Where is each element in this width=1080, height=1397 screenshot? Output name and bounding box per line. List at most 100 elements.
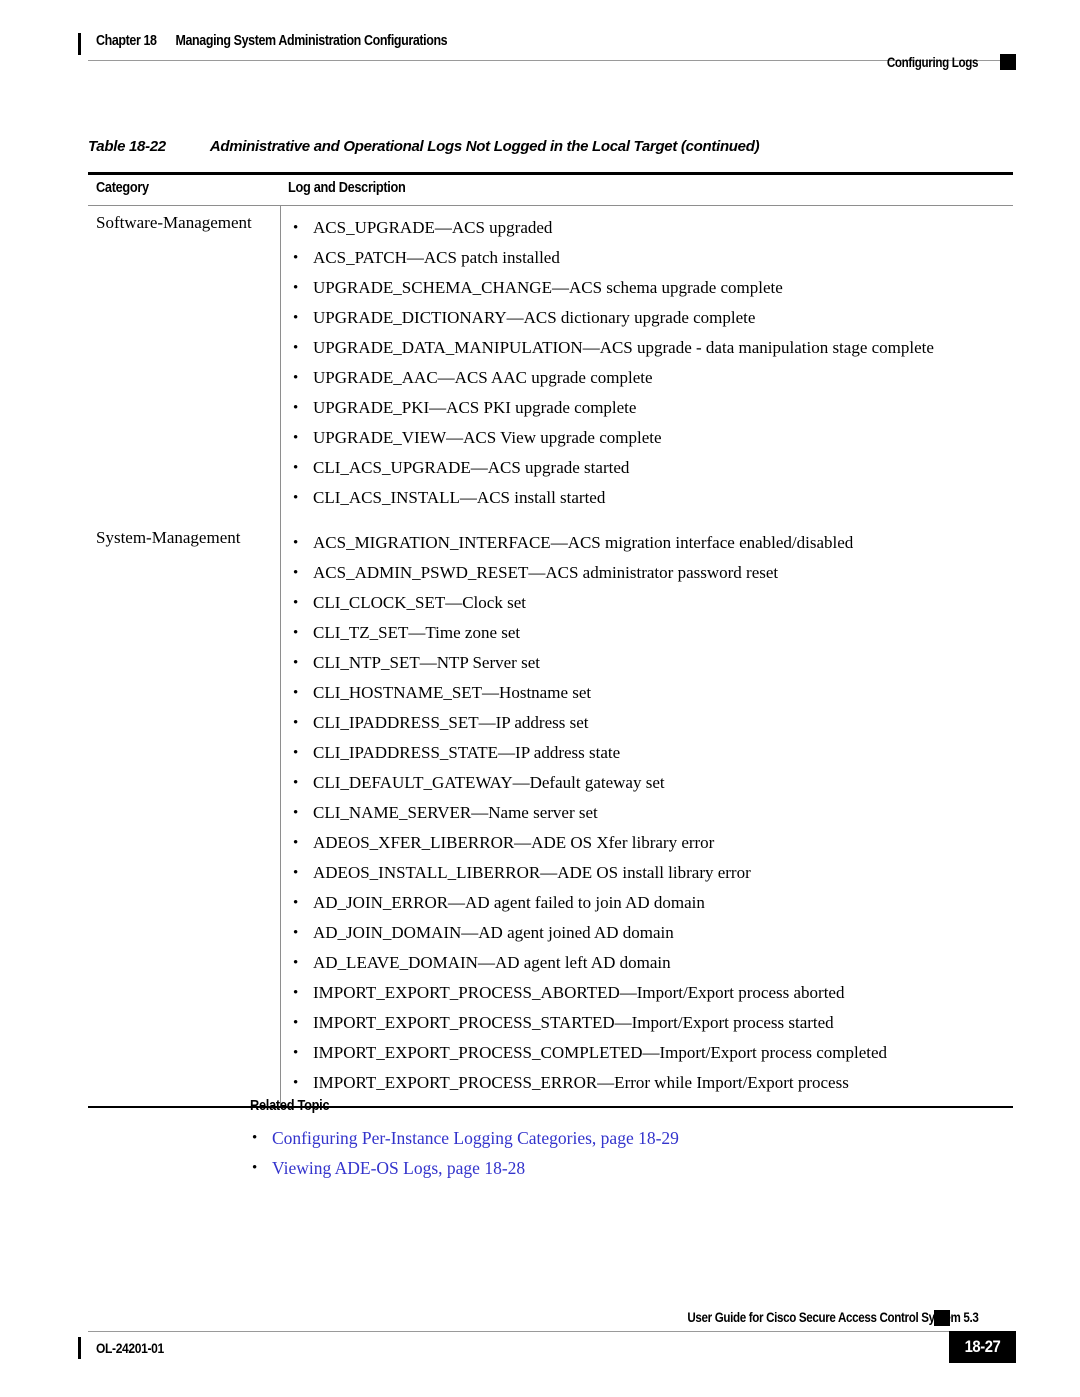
log-entry-list: • ACS_UPGRADE—ACS upgraded • ACS_PATCH—ACS …: [88, 213, 1013, 513]
bullet-icon: •: [252, 1160, 258, 1176]
table-body: Software-Management • ACS_UPGRADE—ACS upgr…: [88, 206, 1013, 1106]
related-topic-link[interactable]: Configuring Per-Instance Logging Categor…: [272, 1128, 679, 1148]
bullet-icon: •: [293, 655, 299, 671]
table-caption: Table 18-22 Administrative and Operationa…: [88, 138, 760, 155]
footer-page-number: 18-27: [964, 1338, 1001, 1356]
list-item: • ADEOS_INSTALL_LIBERROR—ADE OS install l…: [88, 858, 1013, 888]
log-entry-text: CLI_CLOCK_SET—Clock set: [313, 593, 526, 612]
list-item: • Viewing ADE-OS Logs, page 18-28: [250, 1153, 950, 1183]
list-item: • IMPORT_EXPORT_PROCESS_COMPLETED—Import/…: [88, 1038, 1013, 1068]
bullet-icon: •: [293, 955, 299, 971]
bullet-icon: •: [293, 895, 299, 911]
log-entry-text: IMPORT_EXPORT_PROCESS_ABORTED—Import/Exp…: [313, 983, 845, 1002]
log-entry-text: UPGRADE_DICTIONARY—ACS dictionary upgrad…: [313, 308, 756, 327]
header-tick-mark: [78, 33, 81, 55]
header-chapter-line: Chapter 18 Managing System Administration…: [96, 33, 448, 49]
list-item: • UPGRADE_DICTIONARY—ACS dictionary upgra…: [88, 303, 1013, 333]
log-entry-text: CLI_IPADDRESS_SET—IP address set: [313, 713, 589, 732]
log-entry-text: UPGRADE_DATA_MANIPULATION—ACS upgrade - …: [313, 338, 934, 357]
bullet-icon: •: [293, 595, 299, 611]
table-row: System-Management • ACS_MIGRATION_INTERFAC…: [88, 521, 1013, 1106]
bullet-icon: •: [293, 625, 299, 641]
log-entry-text: CLI_NAME_SERVER—Name server set: [313, 803, 598, 822]
list-item: • CLI_NTP_SET—NTP Server set: [88, 648, 1013, 678]
log-entry-text: ADEOS_XFER_LIBERROR—ADE OS Xfer library …: [313, 833, 715, 852]
log-entry-text: IMPORT_EXPORT_PROCESS_ERROR—Error while …: [313, 1073, 849, 1092]
table-caption-text: Administrative and Operational Logs Not …: [209, 138, 760, 155]
bullet-icon: •: [293, 250, 299, 266]
list-item: • UPGRADE_AAC—ACS AAC upgrade complete: [88, 363, 1013, 393]
column-header-category: Category: [96, 180, 149, 196]
table-row: Software-Management • ACS_UPGRADE—ACS upgr…: [88, 206, 1013, 521]
list-item: • CLI_DEFAULT_GATEWAY—Default gateway set: [88, 768, 1013, 798]
list-item: • AD_JOIN_DOMAIN—AD agent joined AD domai…: [88, 918, 1013, 948]
column-header-log-and-description: Log and Description: [288, 180, 406, 196]
list-item: • ACS_MIGRATION_INTERFACE—ACS migration i…: [88, 528, 1013, 558]
bullet-icon: •: [293, 685, 299, 701]
running-header: Chapter 18 Managing System Administration…: [0, 0, 1080, 100]
list-item: • CLI_IPADDRESS_SET—IP address set: [88, 708, 1013, 738]
list-item: • UPGRADE_VIEW—ACS View upgrade complete: [88, 423, 1013, 453]
log-entry-text: CLI_NTP_SET—NTP Server set: [313, 653, 540, 672]
log-entry-list: • ACS_MIGRATION_INTERFACE—ACS migration i…: [88, 528, 1013, 1098]
log-entry-text: AD_LEAVE_DOMAIN—AD agent left AD domain: [313, 953, 671, 972]
bullet-icon: •: [252, 1130, 258, 1146]
log-entry-text: ACS_MIGRATION_INTERFACE—ACS migration in…: [313, 533, 854, 552]
bullet-icon: •: [293, 835, 299, 851]
footer-square-marker-icon: [934, 1310, 950, 1326]
bullet-icon: •: [293, 220, 299, 236]
log-category-table: Category Log and Description Software-Ma…: [88, 172, 1013, 1108]
bullet-icon: •: [293, 280, 299, 296]
list-item: • CLI_NAME_SERVER—Name server set: [88, 798, 1013, 828]
document-page: { "header": { "chapter_number": "Chapter…: [0, 0, 1080, 1397]
log-entry-text: UPGRADE_PKI—ACS PKI upgrade complete: [313, 398, 637, 417]
log-entry-text: ACS_PATCH—ACS patch installed: [313, 248, 560, 267]
bullet-icon: •: [293, 310, 299, 326]
list-item: • IMPORT_EXPORT_PROCESS_ABORTED—Import/Ex…: [88, 978, 1013, 1008]
log-entry-text: CLI_DEFAULT_GATEWAY—Default gateway set: [313, 773, 665, 792]
list-item: • CLI_ACS_INSTALL—ACS install started: [88, 483, 1013, 513]
log-entry-text: IMPORT_EXPORT_PROCESS_STARTED—Import/Exp…: [313, 1013, 834, 1032]
footer-page-number-box: 18-27: [949, 1331, 1016, 1363]
log-entry-text: UPGRADE_VIEW—ACS View upgrade complete: [313, 428, 662, 447]
list-item: • CLI_ACS_UPGRADE—ACS upgrade started: [88, 453, 1013, 483]
list-item: • CLI_TZ_SET—Time zone set: [88, 618, 1013, 648]
list-item: • IMPORT_EXPORT_PROCESS_STARTED—Import/Ex…: [88, 1008, 1013, 1038]
bullet-icon: •: [293, 985, 299, 1001]
header-square-marker-icon: [1000, 54, 1016, 70]
bullet-icon: •: [293, 715, 299, 731]
table-label: Table 18-22: [88, 138, 166, 155]
log-entry-text: AD_JOIN_DOMAIN—AD agent joined AD domain: [313, 923, 674, 942]
footer-tick-mark: [78, 1337, 81, 1359]
bullet-icon: •: [293, 1015, 299, 1031]
row-spacer: [88, 513, 1013, 521]
row-spacer: [88, 206, 1013, 213]
list-item: • UPGRADE_DATA_MANIPULATION—ACS upgrade -…: [88, 333, 1013, 363]
bullet-icon: •: [293, 1045, 299, 1061]
log-entry-text: CLI_IPADDRESS_STATE—IP address state: [313, 743, 621, 762]
list-item: • CLI_IPADDRESS_STATE—IP address state: [88, 738, 1013, 768]
bullet-icon: •: [293, 805, 299, 821]
log-entry-text: UPGRADE_AAC—ACS AAC upgrade complete: [313, 368, 653, 387]
list-item: • Configuring Per-Instance Logging Catego…: [250, 1123, 950, 1153]
list-item: • ADEOS_XFER_LIBERROR—ADE OS Xfer library…: [88, 828, 1013, 858]
list-item: • IMPORT_EXPORT_PROCESS_ERROR—Error while…: [88, 1068, 1013, 1098]
bullet-icon: •: [293, 745, 299, 761]
header-divider: [88, 60, 1013, 61]
log-entry-text: ACS_ADMIN_PSWD_RESET—ACS administrator p…: [313, 563, 779, 582]
bullet-icon: •: [293, 565, 299, 581]
list-item: • ACS_ADMIN_PSWD_RESET—ACS administrator …: [88, 558, 1013, 588]
list-item: • ACS_PATCH—ACS patch installed: [88, 243, 1013, 273]
related-topic-list: • Configuring Per-Instance Logging Catego…: [250, 1123, 950, 1183]
log-entry-text: ACS_UPGRADE—ACS upgraded: [313, 218, 553, 237]
log-entry-text: CLI_HOSTNAME_SET—Hostname set: [313, 683, 592, 702]
list-item: • ACS_UPGRADE—ACS upgraded: [88, 213, 1013, 243]
list-item: • UPGRADE_PKI—ACS PKI upgrade complete: [88, 393, 1013, 423]
log-entry-text: CLI_TZ_SET—Time zone set: [313, 623, 521, 642]
related-topic-link[interactable]: Viewing ADE-OS Logs, page 18-28: [272, 1158, 525, 1178]
related-topic-heading: Related Topic: [250, 1098, 330, 1114]
log-entry-text: CLI_ACS_UPGRADE—ACS upgrade started: [313, 458, 630, 477]
bullet-icon: •: [293, 460, 299, 476]
footer-divider: [88, 1331, 1013, 1332]
bullet-icon: •: [293, 865, 299, 881]
